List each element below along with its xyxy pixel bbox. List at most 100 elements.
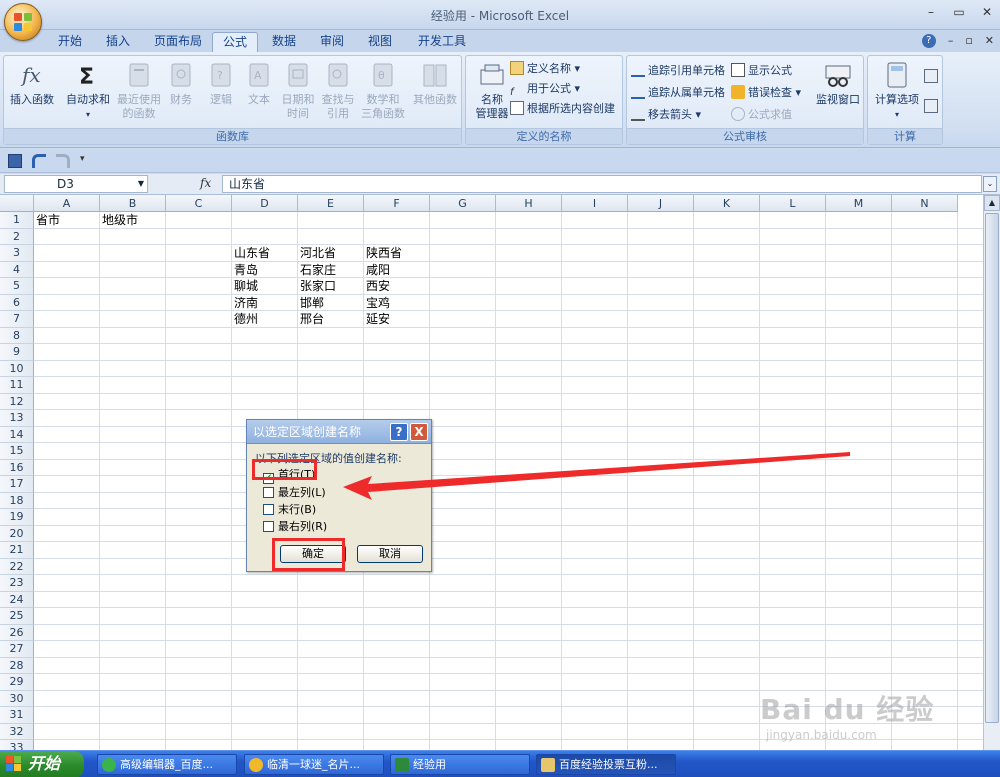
tab-view[interactable]: 视图 (358, 32, 402, 52)
column-header-h[interactable]: H (496, 195, 562, 212)
column-header-n[interactable]: N (892, 195, 958, 212)
more-functions-button[interactable]: 其他函数 (410, 60, 460, 107)
define-name-button[interactable]: 定义名称 ▾ (510, 60, 580, 78)
ribbon-close-icon[interactable]: ✕ (985, 34, 994, 48)
worksheet-grid[interactable]: A B C D E F G H I J K L M N 1 2 3 4 5 6 7 8 9 10 11 12 13 14 15 16 17 1… (0, 195, 983, 750)
ribbon-restore-icon[interactable]: ▫ (965, 34, 972, 48)
save-icon[interactable] (8, 154, 22, 168)
name-manager-button[interactable]: 名称 管理器 (468, 60, 516, 121)
row-header-27[interactable]: 27 (0, 641, 34, 658)
row-header-32[interactable]: 32 (0, 723, 34, 740)
task-browser[interactable]: 临清一球迷_名片... (244, 754, 384, 775)
column-header-e[interactable]: E (298, 195, 364, 212)
cell-d3[interactable]: 山东省 (232, 245, 270, 261)
cell-e7[interactable]: 邢台 (298, 311, 324, 327)
show-formulas-button[interactable]: 显示公式 (731, 62, 792, 80)
row-header-20[interactable]: 20 (0, 525, 34, 542)
use-in-formula-button[interactable]: f 用于公式 ▾ (510, 80, 580, 98)
row-header-33[interactable]: 33 (0, 740, 34, 750)
expand-formula-bar-icon[interactable]: ⌄ (983, 176, 997, 192)
row-header-9[interactable]: 9 (0, 344, 34, 361)
cancel-button[interactable]: 取消 (357, 545, 423, 563)
cell-d6[interactable]: 济南 (232, 295, 258, 311)
row-header-1[interactable]: 1 (0, 212, 34, 229)
row-header-6[interactable]: 6 (0, 294, 34, 311)
row-header-10[interactable]: 10 (0, 360, 34, 377)
row-header-24[interactable]: 24 (0, 591, 34, 608)
row-header-8[interactable]: 8 (0, 327, 34, 344)
column-header-l[interactable]: L (760, 195, 826, 212)
cell-e5[interactable]: 张家口 (298, 278, 336, 294)
scroll-up-icon[interactable]: ▲ (984, 195, 1000, 211)
redo-icon[interactable] (56, 154, 70, 168)
row-header-18[interactable]: 18 (0, 492, 34, 509)
tab-home[interactable]: 开始 (48, 32, 92, 52)
calc-sheet-button[interactable] (924, 98, 941, 116)
column-header-a[interactable]: A (34, 195, 100, 212)
remove-arrows-button[interactable]: 移去箭头 ▾ (631, 106, 701, 124)
cell-f4[interactable]: 咸阳 (364, 262, 390, 278)
name-box-dropdown-icon[interactable]: ▼ (138, 176, 144, 192)
lookup-button[interactable]: 查找与 引用 (316, 60, 360, 121)
customize-qat-icon[interactable]: ▾ (80, 154, 94, 168)
column-header-m[interactable]: M (826, 195, 892, 212)
cell-f5[interactable]: 西安 (364, 278, 390, 294)
tab-data[interactable]: 数据 (262, 32, 306, 52)
tab-insert[interactable]: 插入 (96, 32, 140, 52)
column-header-k[interactable]: K (694, 195, 760, 212)
cell-d5[interactable]: 聊城 (232, 278, 258, 294)
cell-e6[interactable]: 邯郸 (298, 295, 324, 311)
watch-window-button[interactable]: 监视窗口 (811, 60, 865, 107)
row-header-22[interactable]: 22 (0, 558, 34, 575)
row-header-2[interactable]: 2 (0, 228, 34, 245)
cell-f6[interactable]: 宝鸡 (364, 295, 390, 311)
insert-function-button[interactable]: fx 插入函数 (8, 60, 56, 107)
checkbox-left-column[interactable]: 最左列(L) (263, 484, 326, 500)
row-header-26[interactable]: 26 (0, 624, 34, 641)
tab-page-layout[interactable]: 页面布局 (144, 32, 212, 52)
recent-functions-button[interactable]: 最近使用 的函数 (114, 60, 164, 121)
select-all-corner[interactable] (0, 195, 34, 212)
help-icon[interactable]: ? (921, 34, 936, 48)
row-header-11[interactable]: 11 (0, 377, 34, 394)
column-header-d[interactable]: D (232, 195, 298, 212)
evaluate-formula-button[interactable]: 公式求值 (731, 106, 792, 124)
row-header-19[interactable]: 19 (0, 509, 34, 526)
undo-icon[interactable] (32, 154, 46, 168)
maximize-icon[interactable]: ▭ (952, 5, 966, 19)
financial-button[interactable]: 财务 (160, 60, 202, 107)
row-header-30[interactable]: 30 (0, 690, 34, 707)
row-header-29[interactable]: 29 (0, 674, 34, 691)
row-header-13[interactable]: 13 (0, 410, 34, 427)
column-header-i[interactable]: I (562, 195, 628, 212)
datetime-button[interactable]: 日期和 时间 (276, 60, 320, 121)
calc-now-button[interactable] (924, 68, 941, 86)
checkbox-bottom-row[interactable]: 末行(B) (263, 501, 316, 517)
cell-f3[interactable]: 陕西省 (364, 245, 402, 261)
column-header-c[interactable]: C (166, 195, 232, 212)
row-header-21[interactable]: 21 (0, 542, 34, 559)
trace-precedents-button[interactable]: 追踪引用单元格 (631, 62, 725, 80)
formula-input[interactable]: 山东省 (222, 175, 982, 193)
insert-function-fx-icon[interactable]: fx (200, 176, 211, 190)
row-header-7[interactable]: 7 (0, 311, 34, 328)
close-icon[interactable]: ✕ (980, 5, 994, 19)
trace-dependents-button[interactable]: 追踪从属单元格 (631, 84, 725, 102)
ribbon-minimize-icon[interactable]: – (948, 34, 954, 48)
row-header-23[interactable]: 23 (0, 575, 34, 592)
create-from-selection-button[interactable]: 根据所选内容创建 (510, 100, 615, 118)
calc-options-button[interactable]: 计算选项 ▾ (870, 60, 924, 122)
logical-button[interactable]: ? 逻辑 (200, 60, 242, 107)
row-header-31[interactable]: 31 (0, 707, 34, 724)
task-excel[interactable]: 经验用 (390, 754, 530, 775)
row-header-5[interactable]: 5 (0, 278, 34, 295)
cell-e3[interactable]: 河北省 (298, 245, 336, 261)
column-header-g[interactable]: G (430, 195, 496, 212)
tab-developer[interactable]: 开发工具 (408, 32, 476, 52)
tab-review[interactable]: 审阅 (310, 32, 354, 52)
task-editor[interactable]: 高级编辑器_百度... (97, 754, 237, 775)
cell-e4[interactable]: 石家庄 (298, 262, 336, 278)
office-button[interactable] (4, 3, 42, 41)
cell-f7[interactable]: 延安 (364, 311, 390, 327)
row-header-17[interactable]: 17 (0, 476, 34, 493)
